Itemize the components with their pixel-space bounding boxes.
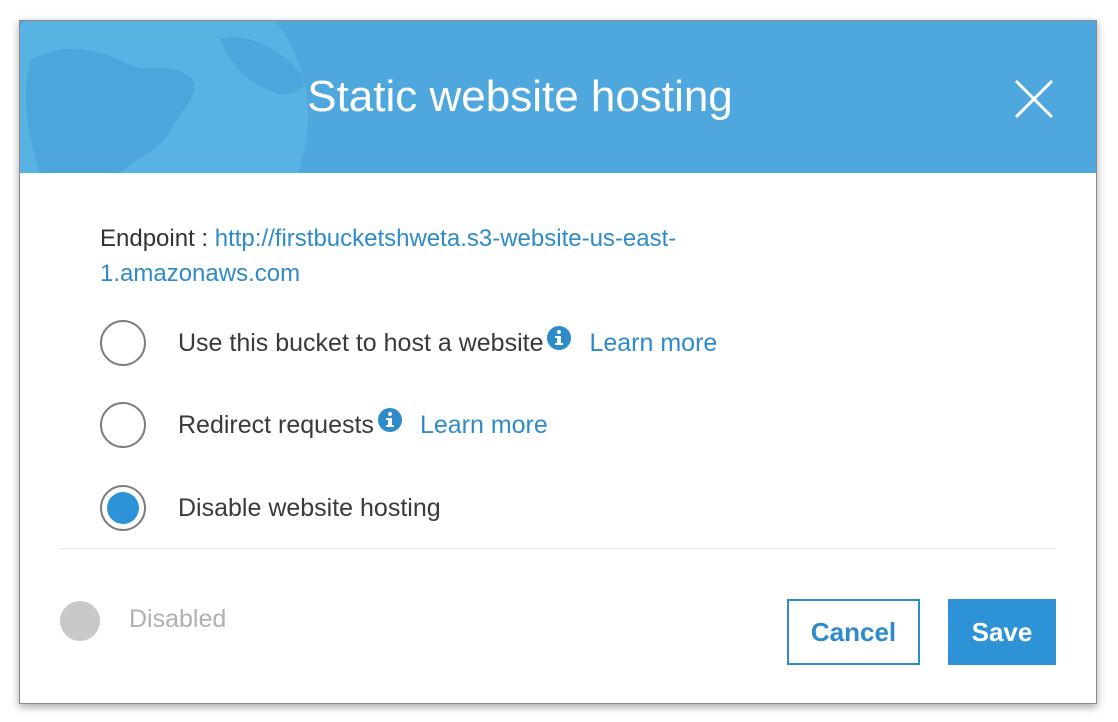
divider bbox=[60, 548, 1056, 549]
option-host-website[interactable]: Use this bucket to host a website Learn … bbox=[100, 318, 717, 368]
option-redirect-requests[interactable]: Redirect requests Learn more bbox=[100, 400, 548, 450]
option-disable-hosting-label: Disable website hosting bbox=[178, 493, 441, 522]
static-website-hosting-dialog: Static website hosting Endpoint : http:/… bbox=[19, 20, 1097, 704]
dialog-header: Static website hosting bbox=[20, 21, 1096, 173]
close-icon bbox=[1014, 79, 1054, 119]
option-redirect-requests-label: Redirect requests bbox=[178, 410, 374, 439]
learn-more-host-website-link[interactable]: Learn more bbox=[589, 329, 717, 358]
radio-disable-hosting[interactable] bbox=[100, 485, 146, 531]
endpoint-text: Endpoint : http://firstbucketshweta.s3-w… bbox=[100, 221, 860, 291]
radio-redirect-requests[interactable] bbox=[100, 402, 146, 448]
save-button[interactable]: Save bbox=[948, 599, 1056, 665]
info-icon[interactable] bbox=[377, 408, 402, 432]
endpoint-url-line1: http://firstbucketshweta.s3-website-us-e… bbox=[214, 225, 677, 252]
dialog-title: Static website hosting bbox=[307, 72, 733, 121]
cancel-button[interactable]: Cancel bbox=[787, 599, 920, 665]
info-icon[interactable] bbox=[547, 326, 572, 350]
option-host-website-label: Use this bucket to host a website bbox=[178, 328, 544, 357]
endpoint-url-line2: 1.amazonaws.com bbox=[100, 260, 301, 287]
endpoint-label: Endpoint : bbox=[100, 225, 215, 252]
status-toggle[interactable] bbox=[60, 601, 100, 641]
close-button[interactable] bbox=[1014, 79, 1054, 119]
learn-more-redirect-link[interactable]: Learn more bbox=[420, 411, 548, 440]
option-disable-hosting[interactable]: Disable website hosting bbox=[100, 483, 441, 533]
status-label: Disabled bbox=[129, 605, 227, 633]
radio-host-website[interactable] bbox=[100, 320, 146, 366]
